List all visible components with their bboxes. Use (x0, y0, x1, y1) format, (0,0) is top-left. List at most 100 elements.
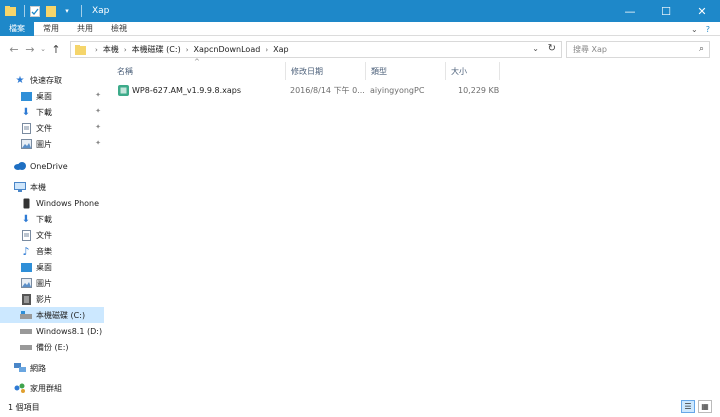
refresh-icon[interactable]: ↻ (548, 43, 556, 54)
column-header-label: 名稱 (117, 66, 133, 76)
close-button[interactable]: ✕ (684, 0, 720, 22)
sidebar-item-label: 桌面 (36, 262, 52, 272)
sidebar-item-label: 文件 (36, 123, 52, 133)
recent-locations-icon[interactable]: ⌄ (38, 41, 48, 57)
sidebar-item-drive-e[interactable]: 備份 (E:) (0, 339, 104, 355)
sidebar-item-label: Windows Phone (36, 198, 100, 208)
sidebar-item-network[interactable]: 網路 (0, 360, 104, 376)
desktop-icon (20, 90, 32, 102)
back-button[interactable]: ← (6, 41, 22, 57)
desktop-icon (20, 261, 32, 273)
breadcrumb-this-pc[interactable]: › 本機 (90, 44, 119, 55)
star-icon: ★ (15, 74, 25, 86)
column-header-label: 大小 (451, 66, 467, 76)
address-dropdown-icon[interactable]: ⌄ (532, 44, 539, 53)
drive-icon (20, 309, 32, 321)
column-header-label: 修改日期 (291, 66, 323, 76)
computer-icon (14, 181, 26, 193)
sidebar-item-label: 備份 (E:) (36, 342, 69, 352)
column-header-size[interactable]: 大小 (446, 62, 500, 80)
music-icon: ♪ (22, 244, 30, 258)
sidebar-item-quick-access[interactable]: ★ 快速存取 (0, 72, 104, 88)
window-title: Xap (92, 6, 110, 16)
pin-icon: ✦ (95, 91, 101, 99)
sidebar-item-pc-documents[interactable]: 文件 (0, 227, 104, 243)
pin-icon: ✦ (95, 139, 101, 147)
file-name: WP8-627.AM_v1.9.9.8.xaps (132, 85, 242, 95)
minimize-button[interactable]: — (612, 0, 648, 22)
search-input[interactable]: 搜尋 Xap (573, 44, 607, 55)
column-header-date[interactable]: 修改日期 (286, 62, 366, 80)
sidebar-item-music[interactable]: ♪ 音樂 (0, 243, 104, 259)
new-folder-icon[interactable] (45, 5, 57, 17)
breadcrumb-xapcndownload[interactable]: › XapcnDownLoad (181, 45, 261, 54)
column-header-label: 類型 (371, 66, 387, 76)
document-icon (20, 122, 32, 134)
download-icon: ⬇ (21, 106, 31, 118)
cloud-icon (14, 160, 26, 172)
tab-share[interactable]: 共用 (68, 22, 102, 36)
up-button[interactable]: ↑ (48, 41, 64, 57)
title-bar: ▾ Xap — ☐ ✕ (0, 0, 720, 22)
sidebar-item-pc-desktop[interactable]: 桌面 (0, 259, 104, 275)
window-controls: — ☐ ✕ (612, 0, 720, 22)
drive-icon (20, 341, 32, 353)
column-header-type[interactable]: 類型 (366, 62, 446, 80)
address-bar[interactable]: › 本機 › 本機磁碟 (C:) › XapcnDownLoad › Xap ⌄ ↻ (70, 41, 562, 58)
homegroup-icon (14, 382, 26, 394)
forward-button[interactable]: → (22, 41, 38, 57)
breadcrumb-local-disk[interactable]: › 本機磁碟 (C:) (119, 44, 181, 55)
maximize-button[interactable]: ☐ (648, 0, 684, 22)
navigation-pane: ★ 快速存取 桌面 ✦ ⬇ 下載 ✦ 文件 ✦ 圖片 ✦ OneDrive 本機… (0, 62, 104, 398)
sidebar-item-label: 圖片 (36, 278, 52, 288)
breadcrumb-separator-icon: › (185, 45, 189, 54)
sidebar-item-label: 桌面 (36, 91, 52, 101)
file-type: aiyingyongPC (370, 85, 425, 95)
sidebar-item-pictures[interactable]: 圖片 ✦ (0, 136, 104, 152)
sort-ascending-icon: ^ (194, 58, 200, 66)
properties-icon[interactable] (29, 5, 41, 17)
sidebar-item-local-disk-c[interactable]: 本機磁碟 (C:) (0, 307, 104, 323)
ribbon-right-controls: ⌄ ? (691, 22, 710, 36)
breadcrumb-label: XapcnDownLoad (193, 45, 261, 54)
download-icon: ⬇ (21, 213, 31, 225)
breadcrumb-xap[interactable]: › Xap (260, 45, 288, 54)
breadcrumb-separator-icon: › (123, 45, 127, 54)
sidebar-item-drive-d[interactable]: Windows8.1 (D:) (0, 323, 104, 339)
file-row[interactable]: WP8-627.AM_v1.9.9.8.xaps 2016/8/14 下午 0.… (114, 82, 500, 98)
sidebar-item-desktop[interactable]: 桌面 ✦ (0, 88, 104, 104)
sidebar-item-windows-phone[interactable]: Windows Phone (0, 195, 104, 211)
quick-access-toolbar: ▾ (4, 0, 86, 22)
sidebar-item-onedrive[interactable]: OneDrive (0, 158, 104, 174)
sidebar-item-pc-pictures[interactable]: 圖片 (0, 275, 104, 291)
large-icons-view-button[interactable]: ▦ (698, 400, 712, 413)
sidebar-item-homegroup[interactable]: 家用群組 (0, 380, 104, 396)
tab-home[interactable]: 常用 (34, 22, 68, 36)
sidebar-item-label: 圖片 (36, 139, 52, 149)
sidebar-item-documents[interactable]: 文件 ✦ (0, 120, 104, 136)
tab-file[interactable]: 檔案 (0, 21, 34, 36)
folder-icon (4, 5, 16, 17)
tab-view[interactable]: 檢視 (102, 22, 136, 36)
details-view-button[interactable]: ☰ (681, 400, 695, 413)
drive-icon (20, 325, 32, 337)
search-box[interactable]: 搜尋 Xap ⌕ (566, 41, 710, 58)
expand-ribbon-icon[interactable]: ⌄ (691, 25, 698, 34)
pin-icon: ✦ (95, 123, 101, 131)
sidebar-item-label: 家用群組 (30, 383, 62, 393)
customize-toolbar-icon[interactable]: ▾ (61, 5, 73, 17)
breadcrumb-label: 本機 (102, 45, 119, 54)
sidebar-item-label: 快速存取 (30, 75, 62, 85)
sidebar-item-label: 下載 (36, 214, 52, 224)
help-icon[interactable]: ? (706, 25, 710, 34)
sidebar-item-pc-downloads[interactable]: ⬇ 下載 (0, 211, 104, 227)
picture-icon (20, 277, 32, 289)
sidebar-item-label: 影片 (36, 294, 52, 304)
status-bar: 1 個項目 ☰ ▦ (0, 398, 720, 417)
sidebar-item-this-pc[interactable]: 本機 (0, 179, 104, 195)
sidebar-item-downloads[interactable]: ⬇ 下載 ✦ (0, 104, 104, 120)
sidebar-item-label: 文件 (36, 230, 52, 240)
view-switcher: ☰ ▦ (681, 400, 712, 413)
video-icon (20, 293, 32, 305)
sidebar-item-videos[interactable]: 影片 (0, 291, 104, 307)
